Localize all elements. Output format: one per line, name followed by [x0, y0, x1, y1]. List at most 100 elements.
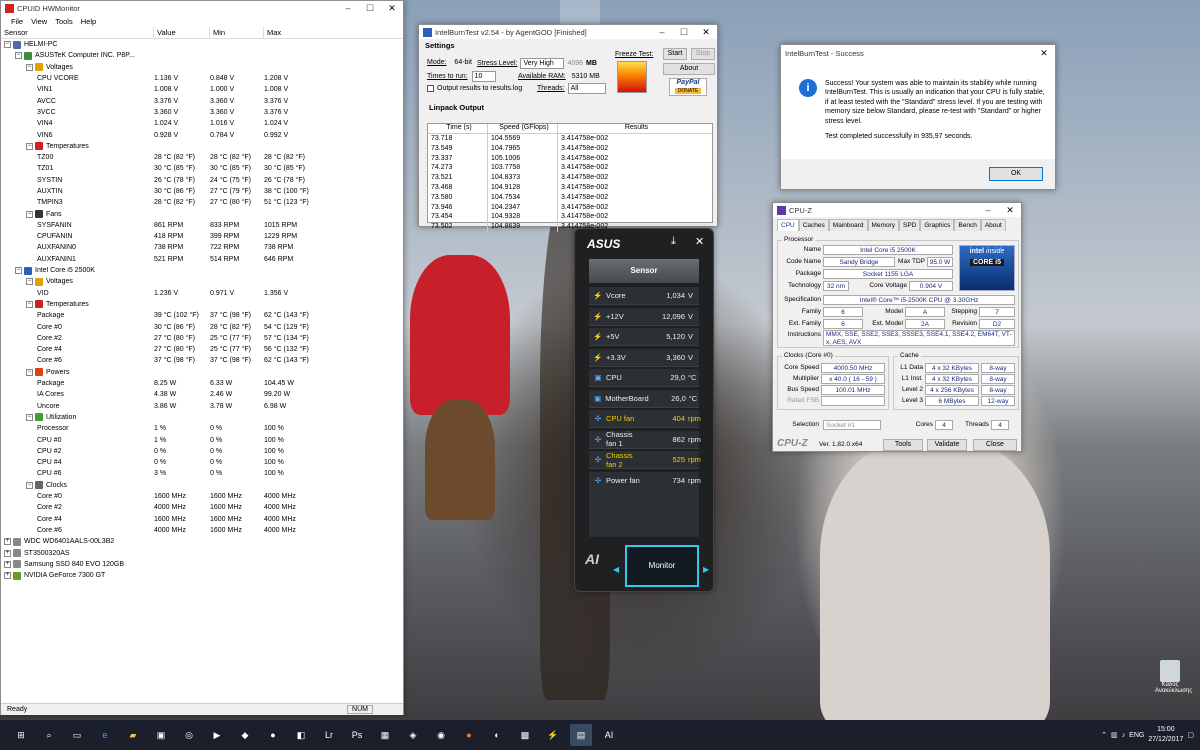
sensor-group-row[interactable]: + NVIDIA GeForce 7300 GT [1, 570, 403, 581]
linpack-output-table[interactable]: Time (s) Speed (GFlops) Results 73.718 10… [427, 123, 713, 232]
tab-caches[interactable]: Caches [798, 219, 829, 231]
sensor-row[interactable]: VIN6 0.928 V 0.784 V 0.992 V [1, 129, 403, 140]
menu-file[interactable]: File [11, 17, 23, 26]
store-icon[interactable]: ▣ [150, 724, 172, 746]
close-button[interactable]: Close [973, 439, 1017, 451]
sensor-group-row[interactable]: − HELMI-PC [1, 39, 403, 50]
collapse-icon[interactable]: − [15, 52, 22, 60]
file-explorer-icon[interactable]: ▰ [122, 724, 144, 746]
notifications-icon[interactable]: ▢ [1187, 731, 1194, 739]
tab-spd[interactable]: SPD [898, 219, 921, 231]
dialog-titlebar[interactable]: IntelBurnTest - Success ✕ [781, 45, 1055, 61]
sensor-row[interactable]: TMPIN3 28 °C (82 °F) 27 °C (80 °F) 51 °C (1… [1, 197, 403, 208]
sensor-row[interactable]: IA Cores 4.38 W 2.46 W 99.20 W [1, 389, 403, 400]
collapse-icon[interactable]: − [26, 210, 33, 218]
sensor-row[interactable]: CPUFANIN 418 RPM 399 RPM 1229 RPM [1, 231, 403, 242]
app-icon-10[interactable]: ◧ [290, 724, 312, 746]
sensor-row[interactable]: Core #0 30 °C (86 °F) 28 °C (82 °F) 54 °C (… [1, 321, 403, 332]
expand-icon[interactable]: + [4, 538, 11, 546]
firefox-icon[interactable]: ● [458, 724, 480, 746]
sensor-row[interactable]: VIN4 1.024 V 1.016 V 1.024 V [1, 118, 403, 129]
prev-arrow-icon[interactable]: ◀ [613, 565, 619, 574]
sensor-group-row[interactable]: − Voltages [1, 62, 403, 73]
maximize-icon[interactable]: ☐ [359, 1, 381, 15]
sensor-entry[interactable]: ⚡ +12V 12,096 V [589, 307, 699, 326]
close-icon[interactable]: ✕ [695, 235, 704, 248]
app-icon-14[interactable]: ◈ [402, 724, 424, 746]
sensor-row[interactable]: Package 39 °C (102 °F) 37 °C (98 °F) 62 °C … [1, 310, 403, 321]
tab-graphics[interactable]: Graphics [920, 219, 955, 231]
stress-level-select[interactable]: Very High [520, 58, 565, 69]
collapse-icon[interactable]: − [15, 267, 22, 275]
sensor-entry[interactable]: ✣ CPU fan 404 rpm [589, 410, 701, 428]
sensor-row[interactable]: AUXTIN 30 °C (86 °F) 27 °C (79 °F) 38 °C (1… [1, 186, 403, 197]
collapse-icon[interactable]: − [26, 413, 33, 421]
paypal-donate-button[interactable]: PayPal DONATE [669, 78, 707, 96]
ibt-titlebar[interactable]: IntelBurnTest v2.54 - by AgentGOD [Finis… [419, 25, 717, 39]
intelburntest-window[interactable]: IntelBurnTest v2.54 - by AgentGOD [Finis… [418, 24, 718, 232]
media-icon[interactable]: ▶ [206, 724, 228, 746]
tab-cpu[interactable]: CPU [777, 219, 799, 231]
collapse-icon[interactable]: − [26, 278, 33, 286]
stop-button[interactable]: Stop [691, 48, 715, 60]
sensor-group-row[interactable]: − Powers [1, 367, 403, 378]
sensor-row[interactable]: Processor 1 % 0 % 100 % [1, 423, 403, 434]
sensor-row[interactable]: Core #2 27 °C (80 °F) 25 °C (77 °F) 57 °C (… [1, 333, 403, 344]
sensor-group-row[interactable]: − Clocks [1, 480, 403, 491]
about-button[interactable]: About [663, 63, 715, 75]
tab-bench[interactable]: Bench [954, 219, 981, 231]
maximize-icon[interactable]: ☐ [673, 25, 695, 39]
monitor-button[interactable]: Monitor [625, 545, 699, 587]
sensor-entry[interactable]: ▣ MotherBoard 26,0 °C [589, 389, 699, 408]
column-value[interactable]: Value [154, 26, 210, 39]
tray-up-arrow-icon[interactable]: ⌃ [1101, 731, 1107, 739]
tab-memory[interactable]: Memory [867, 219, 899, 231]
sensor-group-row[interactable]: + ST3500320AS [1, 547, 403, 558]
sensor-group-row[interactable]: − Fans [1, 208, 403, 219]
tab-mainboard[interactable]: Mainboard [828, 219, 868, 231]
hwmonitor-taskbar-icon[interactable]: ⚡ [542, 724, 564, 746]
edge-icon[interactable]: e [94, 724, 116, 746]
cpuz-window[interactable]: CPU-Z – ✕ CPU Caches Mainboard Memory SPD… [772, 202, 1022, 452]
next-arrow-icon[interactable]: ▶ [703, 565, 709, 574]
network-icon[interactable]: ▥ [1111, 731, 1118, 739]
sensor-group-row[interactable]: − Utilization [1, 412, 403, 423]
app-icon-17[interactable]: ◐ [486, 724, 508, 746]
volume-icon[interactable]: ♪ [1122, 732, 1126, 739]
close-icon[interactable]: ✕ [381, 1, 403, 15]
validate-button[interactable]: Validate [927, 439, 967, 451]
sensor-row[interactable]: AVCC 3.376 V 3.360 V 3.376 V [1, 95, 403, 106]
sensor-row[interactable]: Uncore 3.86 W 3.78 W 6.98 W [1, 401, 403, 412]
sensor-group-row[interactable]: − Voltages [1, 276, 403, 287]
app-icon-13[interactable]: ▦ [374, 724, 396, 746]
sensor-group-row[interactable]: − Temperatures [1, 299, 403, 310]
sensor-entry[interactable]: ⚡ +5V 5,120 V [589, 328, 699, 346]
column-min[interactable]: Min [210, 26, 264, 39]
sensor-entry[interactable]: ▣ CPU 29,0 °C [589, 369, 699, 387]
sensor-row[interactable]: CPU VCORE 1.136 V 0.848 V 1.208 V [1, 73, 403, 84]
app-icon-15[interactable]: ◉ [430, 724, 452, 746]
lightroom-icon[interactable]: Lr [318, 724, 340, 746]
ai-suite-taskbar-icon[interactable]: AI [598, 724, 620, 746]
task-view-icon[interactable]: ▭ [66, 724, 88, 746]
app-icon-9[interactable]: ● [262, 724, 284, 746]
sensor-group-row[interactable]: − ASUSTeK Computer INC. P8P... [1, 50, 403, 61]
sensor-row[interactable]: SYSTIN 26 °C (78 °F) 24 °C (75 °F) 26 °C (7… [1, 175, 403, 186]
sensor-group-row[interactable]: + WDC WD6401AALS-00L3B2 [1, 536, 403, 547]
tab-about[interactable]: About [980, 219, 1006, 231]
cpuz-taskbar-icon[interactable]: ▩ [514, 724, 536, 746]
sensor-row[interactable]: 3VCC 3.360 V 3.360 V 3.376 V [1, 107, 403, 118]
app-icon-8[interactable]: ◆ [234, 724, 256, 746]
sensor-entry[interactable]: ⚡ +3.3V 3,360 V [589, 348, 699, 367]
tools-button[interactable]: Tools [883, 439, 923, 451]
sensor-row[interactable]: Core #2 4000 MHz 1600 MHz 4000 MHz [1, 502, 403, 513]
sensor-group-row[interactable]: − Temperatures [1, 141, 403, 152]
sensor-group-row[interactable]: − Intel Core i5 2500K [1, 265, 403, 276]
start-button[interactable]: Start [663, 48, 687, 60]
collapse-icon[interactable]: − [26, 481, 33, 489]
collapse-icon[interactable]: − [4, 41, 11, 49]
download-icon[interactable]: ⤓ [671, 235, 676, 248]
search-icon[interactable]: ⌕ [38, 724, 60, 746]
sensor-row[interactable]: TZ00 28 °C (82 °F) 28 °C (82 °F) 28 °C (82 … [1, 152, 403, 163]
photoshop-icon[interactable]: Ps [346, 724, 368, 746]
